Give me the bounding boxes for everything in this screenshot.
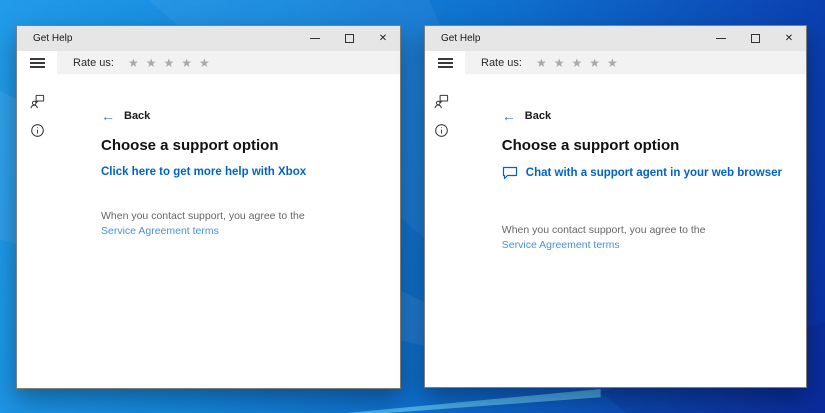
back-button[interactable]: ← Back (502, 109, 551, 123)
agreement-text: When you contact support, you agree to t… (101, 209, 323, 239)
star-icon[interactable]: ★ (164, 57, 175, 69)
service-agreement-link[interactable]: Service Agreement terms (502, 239, 620, 251)
info-icon[interactable] (434, 123, 449, 138)
window-body: ← Back Choose a support option Chat with… (425, 74, 806, 387)
star-icon[interactable]: ★ (128, 57, 139, 69)
rate-us-label: Rate us: (481, 56, 522, 69)
back-button[interactable]: ← Back (101, 109, 150, 123)
get-help-window-left: Get Help ✕ Rate us: ★ ★ ★ ★ ★ ← Back Cho… (16, 25, 401, 389)
content: ← Back Choose a support option Chat with… (458, 74, 806, 387)
menubar: Rate us: ★ ★ ★ ★ ★ (17, 51, 400, 74)
agreement-text: When you contact support, you agree to t… (502, 223, 724, 253)
page-title: Choose a support option (501, 137, 680, 154)
maximize-icon (344, 34, 354, 43)
caption-buttons: ✕ (298, 26, 400, 51)
back-arrow-icon: ← (501, 108, 516, 124)
menu-button[interactable] (425, 51, 465, 74)
agreement-prefix: When you contact support, you agree to t… (501, 224, 706, 236)
feedback-icon[interactable] (434, 94, 449, 109)
info-icon[interactable] (30, 123, 45, 138)
minimize-button[interactable] (704, 26, 738, 51)
star-icon[interactable]: ★ (146, 57, 157, 69)
menubar: Rate us: ★ ★ ★ ★ ★ (425, 51, 806, 74)
support-option-link[interactable]: Click here to get more help with Xbox (101, 166, 306, 178)
window-title: Get Help (33, 33, 73, 44)
window-title: Get Help (441, 33, 481, 44)
rate-us-bar: Rate us: ★ ★ ★ ★ ★ (465, 51, 806, 74)
menu-button[interactable] (17, 51, 57, 74)
support-option-link[interactable]: Chat with a support agent in your web br… (502, 166, 782, 180)
support-option-label: Click here to get more help with Xbox (101, 166, 307, 178)
rating-stars: ★ ★ ★ ★ ★ (536, 57, 618, 69)
chat-bubble-icon (502, 166, 518, 180)
page-title: Choose a support option (101, 137, 279, 154)
titlebar[interactable]: Get Help ✕ (425, 26, 806, 51)
back-arrow-icon: ← (101, 108, 115, 124)
caption-buttons: ✕ (704, 26, 806, 51)
close-icon: ✕ (784, 32, 794, 44)
back-label: Back (524, 110, 552, 122)
back-label: Back (124, 110, 151, 122)
minimize-icon (310, 38, 320, 39)
close-button[interactable]: ✕ (366, 26, 400, 51)
maximize-button[interactable] (738, 26, 772, 51)
star-icon[interactable]: ★ (181, 57, 192, 69)
star-icon[interactable]: ★ (554, 57, 565, 69)
sidebar (425, 74, 458, 387)
rate-us-bar: Rate us: ★ ★ ★ ★ ★ (57, 51, 400, 74)
minimize-icon (716, 38, 726, 39)
rating-stars: ★ ★ ★ ★ ★ (128, 57, 210, 69)
rate-us-label: Rate us: (73, 56, 114, 69)
hamburger-icon (29, 56, 45, 70)
star-icon[interactable]: ★ (572, 57, 583, 69)
content: ← Back Choose a support option Click her… (57, 74, 400, 388)
star-icon[interactable]: ★ (589, 57, 600, 69)
sidebar (17, 74, 57, 388)
minimize-button[interactable] (298, 26, 332, 51)
support-option-label: Chat with a support agent in your web br… (525, 167, 782, 179)
maximize-button[interactable] (332, 26, 366, 51)
service-agreement-link[interactable]: Service Agreement terms (101, 225, 219, 237)
get-help-window-right: Get Help ✕ Rate us: ★ ★ ★ ★ ★ ← Back Cho… (424, 25, 807, 388)
star-icon[interactable]: ★ (607, 57, 618, 69)
close-icon: ✕ (378, 32, 388, 44)
maximize-icon (750, 34, 760, 43)
titlebar[interactable]: Get Help ✕ (17, 26, 400, 51)
hamburger-icon (437, 56, 453, 70)
close-button[interactable]: ✕ (772, 26, 806, 51)
agreement-prefix: When you contact support, you agree to t… (101, 210, 305, 222)
window-body: ← Back Choose a support option Click her… (17, 74, 400, 388)
feedback-icon[interactable] (29, 94, 45, 109)
star-icon[interactable]: ★ (536, 57, 547, 69)
star-icon[interactable]: ★ (199, 57, 210, 69)
